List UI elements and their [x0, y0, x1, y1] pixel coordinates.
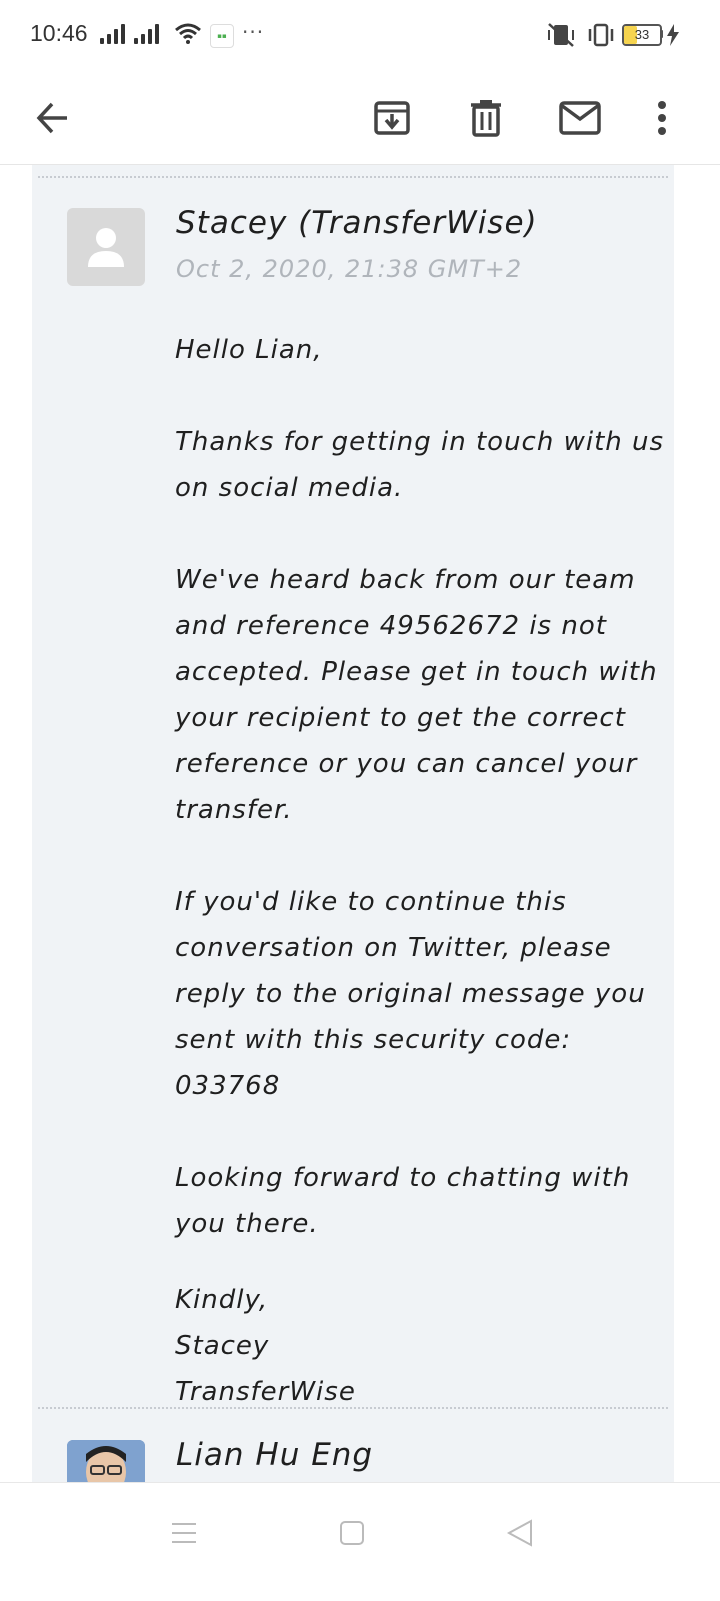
greeting: Hello Lian,: [175, 335, 323, 365]
status-time: 10:46: [30, 20, 88, 46]
vibrate-icon: [588, 23, 614, 47]
menu-icon: [172, 1523, 196, 1543]
delete-button[interactable]: [458, 90, 514, 146]
paragraph-2: We've heard back from our team and refer…: [175, 565, 658, 825]
archive-button[interactable]: [364, 90, 420, 146]
more-vert-icon: [658, 101, 666, 135]
charging-icon: [667, 24, 679, 46]
more-options-button[interactable]: [634, 90, 690, 146]
mark-unread-button[interactable]: [552, 90, 608, 146]
system-navigation-bar: [0, 1482, 720, 1601]
signoff-name: Stacey: [175, 1331, 270, 1361]
triangle-back-icon: [506, 1519, 532, 1547]
message-date: Oct 2, 2020, 21:38 GMT+2: [176, 255, 523, 283]
mail-icon: [559, 101, 601, 135]
avatar[interactable]: [67, 208, 145, 286]
status-bar: 10:46 ▪▪ ··· 33: [0, 0, 720, 70]
person-icon: [88, 228, 124, 267]
signal-icon-2: [134, 22, 159, 44]
sender-name[interactable]: Stacey (TransferWise): [176, 205, 538, 241]
back-button[interactable]: [25, 90, 81, 146]
message-thread: Stacey (TransferWise) Oct 2, 2020, 21:38…: [32, 165, 675, 1518]
home-icon: [340, 1521, 364, 1545]
vibrate-off-icon: [548, 23, 574, 47]
home-button[interactable]: [332, 1513, 372, 1553]
back-nav-button[interactable]: [500, 1513, 540, 1553]
sender-name[interactable]: Lian Hu Eng: [176, 1437, 373, 1473]
paragraph-4: Looking forward to chatting with you the…: [175, 1163, 631, 1239]
signoff-line: Kindly,: [175, 1285, 269, 1315]
more-notifications-icon: ···: [242, 20, 265, 44]
message-divider: [38, 1407, 668, 1409]
paragraph-3: If you'd like to continue this conversat…: [175, 887, 646, 1101]
delete-icon: [471, 100, 501, 137]
message-divider: [38, 176, 668, 178]
wifi-icon: [175, 23, 201, 44]
app-notification-icon: ▪▪: [210, 24, 234, 48]
menu-button[interactable]: [164, 1513, 204, 1553]
signal-icon: [100, 22, 125, 44]
archive-icon: [374, 101, 410, 135]
message-body: Hello Lian, Thanks for getting in touch …: [175, 327, 675, 1415]
paragraph-1: Thanks for getting in touch with us on s…: [175, 427, 665, 503]
battery-tip: [660, 30, 663, 38]
message-toolbar: [0, 70, 720, 165]
battery-icon: 33: [622, 24, 662, 46]
arrow-back-icon: [36, 102, 67, 134]
